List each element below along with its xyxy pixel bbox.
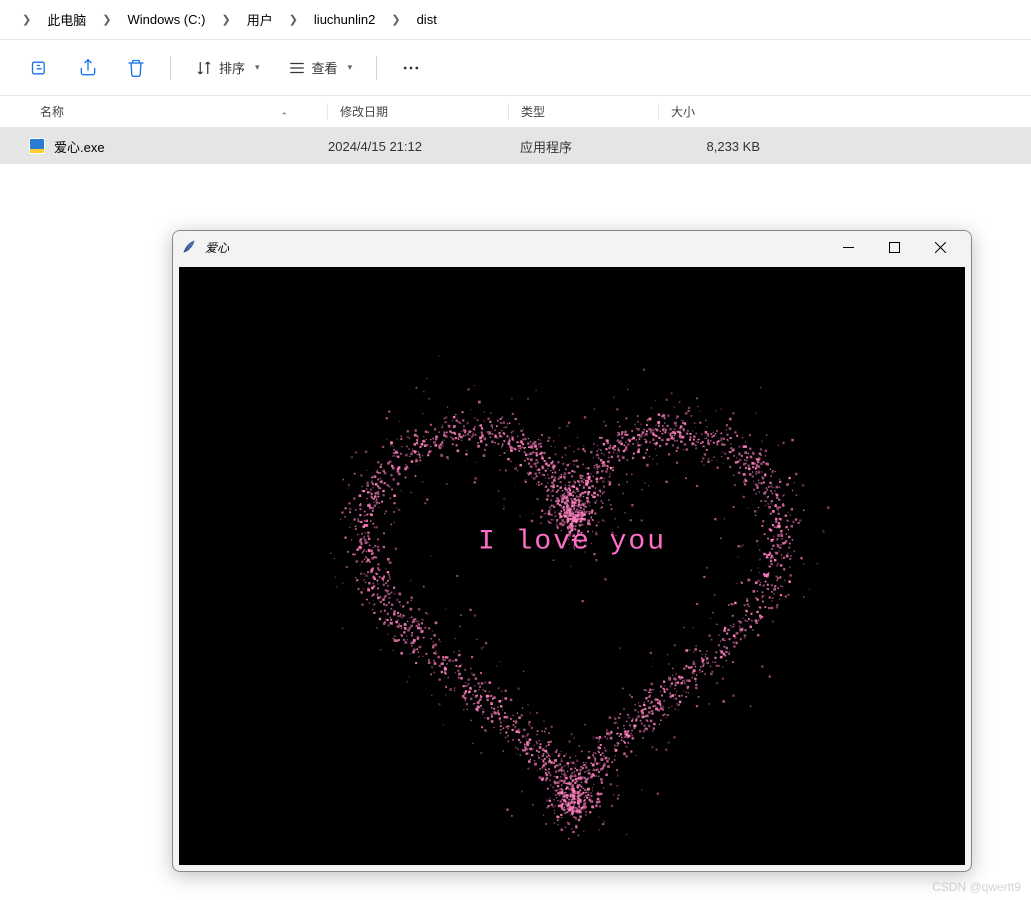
breadcrumb-item[interactable]: dist — [411, 8, 443, 31]
chevron-right-icon: ❯ — [381, 13, 410, 26]
window-title: 爱心 — [205, 239, 229, 256]
rename-icon[interactable] — [20, 48, 60, 88]
chevron-down-icon: ▾ — [348, 62, 353, 73]
column-size[interactable]: 大小 — [658, 103, 768, 120]
column-name[interactable]: 名称 ⌃ — [28, 103, 328, 120]
file-size: 8,233 KB — [658, 139, 768, 154]
chevron-down-icon: ▾ — [255, 62, 260, 73]
titlebar[interactable]: 爱心 — [173, 231, 971, 263]
minimize-button[interactable] — [825, 231, 871, 263]
view-button[interactable]: 查看 ▾ — [278, 52, 363, 83]
watermark: CSDN @qwertt9 — [932, 880, 1021, 894]
separator — [376, 56, 377, 80]
trash-icon[interactable] — [116, 48, 156, 88]
sort-label: 排序 — [219, 58, 245, 77]
close-button[interactable] — [917, 231, 963, 263]
chevron-right-icon: ❯ — [12, 13, 41, 26]
chevron-right-icon: ❯ — [279, 13, 308, 26]
heart-graphic — [292, 286, 852, 846]
breadcrumb-item[interactable]: 用户 — [241, 6, 279, 33]
file-date: 2024/4/15 21:12 — [328, 139, 508, 154]
toolbar: 排序 ▾ 查看 ▾ — [0, 40, 1031, 96]
column-headers: 名称 ⌃ 修改日期 类型 大小 — [0, 96, 1031, 128]
file-type: 应用程序 — [508, 137, 658, 156]
breadcrumb-item[interactable]: 此电脑 — [41, 6, 92, 33]
column-type[interactable]: 类型 — [508, 103, 658, 120]
maximize-button[interactable] — [871, 231, 917, 263]
column-date[interactable]: 修改日期 — [328, 103, 508, 120]
breadcrumb-item[interactable]: liuchunlin2 — [308, 8, 381, 31]
app-window: 爱心 I love you — [172, 230, 972, 872]
heart-text: I love you — [478, 527, 666, 558]
chevron-right-icon: ❯ — [211, 13, 240, 26]
file-name-cell: 爱心.exe — [28, 137, 328, 156]
share-icon[interactable] — [68, 48, 108, 88]
breadcrumb-item[interactable]: Windows (C:) — [121, 8, 211, 31]
more-icon[interactable] — [391, 48, 431, 88]
breadcrumb: ❯ 此电脑 ❯ Windows (C:) ❯ 用户 ❯ liuchunlin2 … — [0, 0, 1031, 40]
sort-button[interactable]: 排序 ▾ — [185, 52, 270, 83]
tk-feather-icon — [181, 239, 197, 255]
heart-canvas: I love you — [179, 267, 965, 865]
chevron-right-icon: ❯ — [92, 13, 121, 26]
exe-file-icon — [28, 137, 46, 155]
view-label: 查看 — [312, 58, 338, 77]
file-name: 爱心.exe — [54, 137, 105, 156]
separator — [170, 56, 171, 80]
table-row[interactable]: 爱心.exe 2024/4/15 21:12 应用程序 8,233 KB — [0, 128, 1031, 164]
sort-indicator-icon: ⌃ — [280, 111, 288, 122]
